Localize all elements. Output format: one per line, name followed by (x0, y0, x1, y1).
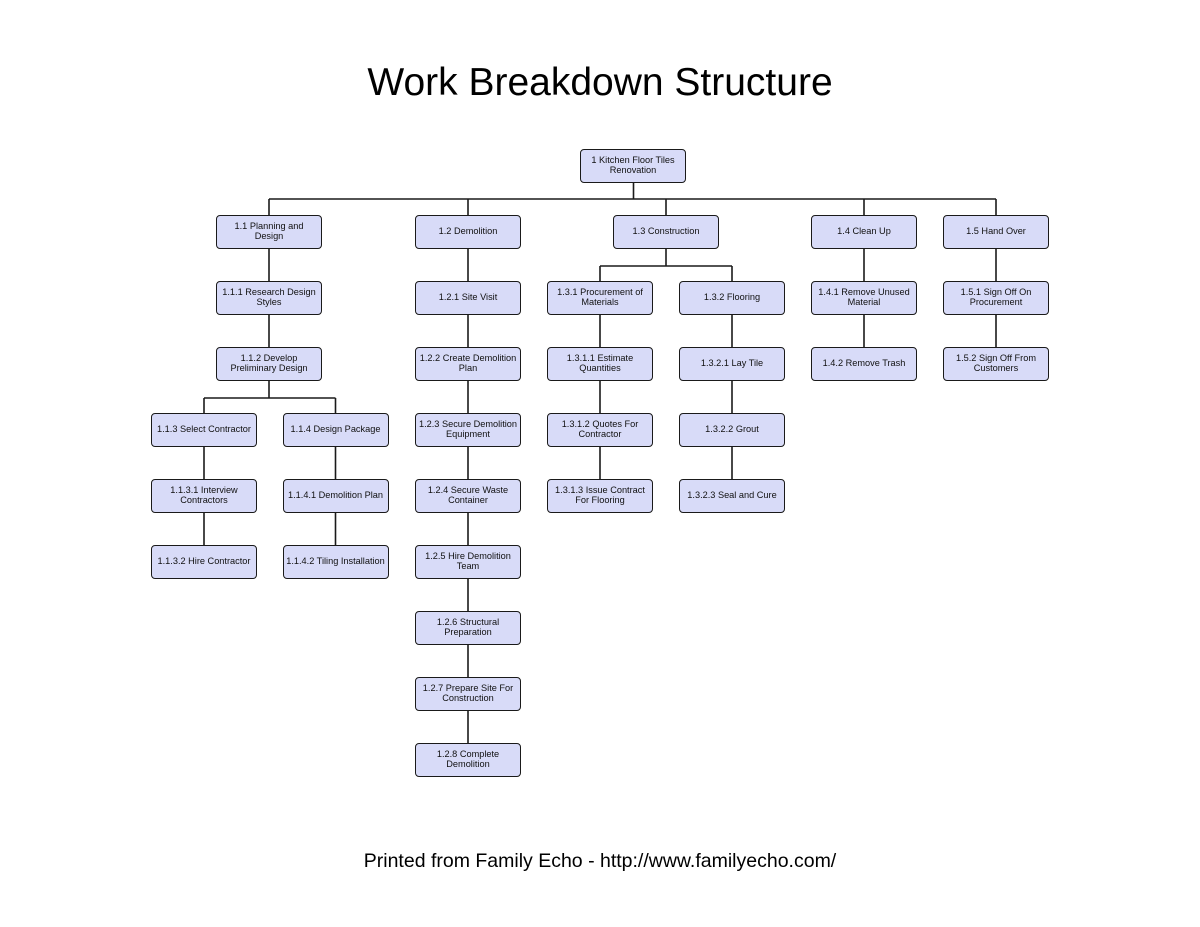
wbs-node[interactable]: 1.3.2.2 Grout (679, 413, 785, 447)
node-label: 1.1 Planning and Design (234, 221, 304, 241)
wbs-node[interactable]: 1.3.1.3 Issue Contract For Flooring (547, 479, 653, 513)
wbs-node-root[interactable]: 1 Kitchen Floor Tiles Renovation (580, 149, 686, 183)
node-label: 1.1.4 Design Package (290, 424, 381, 435)
wbs-node[interactable]: 1.2 Demolition (415, 215, 521, 249)
wbs-node[interactable]: 1.2.3 Secure Demolition Equipment (415, 413, 521, 447)
wbs-node[interactable]: 1.1.3 Select Contractor (151, 413, 257, 447)
node-label: 1.2.7 Prepare Site For Construction (422, 683, 514, 703)
node-label: 1.2.4 Secure Waste Container (427, 485, 509, 505)
node-label: 1.3.1.2 Quotes For Contractor (561, 419, 639, 439)
wbs-node[interactable]: 1.2.1 Site Visit (415, 281, 521, 315)
wbs-node[interactable]: 1.1.2 Develop Preliminary Design (216, 347, 322, 381)
node-label: 1.2.1 Site Visit (438, 292, 498, 303)
wbs-node[interactable]: 1.1.3.1 Interview Contractors (151, 479, 257, 513)
wbs-node[interactable]: 1.5.1 Sign Off On Procurement (943, 281, 1049, 315)
wbs-node[interactable]: 1.3.1.1 Estimate Quantities (547, 347, 653, 381)
wbs-node[interactable]: 1.1.4.1 Demolition Plan (282, 479, 389, 513)
node-label: 1.2 Demolition (438, 226, 498, 237)
wbs-node[interactable]: 1.2.2 Create Demolition Plan (415, 347, 521, 381)
node-label: 1.1.3 Select Contractor (157, 424, 251, 435)
wbs-node[interactable]: 1.4.2 Remove Trash (811, 347, 917, 381)
node-label: 1.1.3.1 Interview Contractors (170, 485, 238, 505)
wbs-node[interactable]: 1.1.4.2 Tiling Installation (282, 545, 389, 579)
wbs-node[interactable]: 1.3.1.2 Quotes For Contractor (547, 413, 653, 447)
wbs-node[interactable]: 1.2.8 Complete Demolition (415, 743, 521, 777)
node-label: 1.3.1 Procurement of Materials (557, 287, 643, 307)
node-label: 1.4.1 Remove Unused Material (818, 287, 910, 307)
wbs-node[interactable]: 1.2.6 Structural Preparation (415, 611, 521, 645)
node-label: 1.1.3.2 Hire Contractor (157, 556, 251, 567)
node-label: 1.3.2 Flooring (703, 292, 761, 303)
wbs-node[interactable]: 1.3 Construction (613, 215, 719, 249)
wbs-node[interactable]: 1.5.2 Sign Off From Customers (943, 347, 1049, 381)
wbs-node[interactable]: 1.2.7 Prepare Site For Construction (415, 677, 521, 711)
node-label: 1.3.2.2 Grout (705, 424, 759, 435)
node-label: 1 Kitchen Floor Tiles Renovation (591, 155, 675, 175)
wbs-node[interactable]: 1.1.4 Design Package (282, 413, 389, 447)
wbs-node[interactable]: 1.2.5 Hire Demolition Team (415, 545, 521, 579)
node-label: 1.3 Construction (632, 226, 700, 237)
wbs-node[interactable]: 1.1.3.2 Hire Contractor (151, 545, 257, 579)
wbs-node[interactable]: 1.4.1 Remove Unused Material (811, 281, 917, 315)
wbs-node[interactable]: 1.3.2 Flooring (679, 281, 785, 315)
node-label: 1.5.2 Sign Off From Customers (955, 353, 1036, 373)
wbs-node[interactable]: 1.4 Clean Up (811, 215, 917, 249)
node-label: 1.1.1 Research Design Styles (222, 287, 316, 307)
node-label: 1.3.1.1 Estimate Quantities (566, 353, 634, 373)
node-label: 1.3.2.3 Seal and Cure (687, 490, 777, 501)
node-label: 1.2.2 Create Demolition Plan (419, 353, 517, 373)
connector-lines (203, 182, 997, 744)
wbs-node[interactable]: 1.3.2.1 Lay Tile (679, 347, 785, 381)
node-label: 1.3.1.3 Issue Contract For Flooring (555, 485, 645, 505)
wbs-node[interactable]: 1.2.4 Secure Waste Container (415, 479, 521, 513)
node-label: 1.5 Hand Over (966, 226, 1026, 237)
node-label: 1.2.3 Secure Demolition Equipment (418, 419, 518, 439)
wbs-node[interactable]: 1.1 Planning and Design (216, 215, 322, 249)
node-label: 1.1.4.2 Tiling Installation (286, 556, 385, 567)
wbs-node[interactable]: 1.5 Hand Over (943, 215, 1049, 249)
node-label: 1.4.2 Remove Trash (822, 358, 906, 369)
node-label: 1.1.2 Develop Preliminary Design (230, 353, 308, 373)
node-label: 1.3.2.1 Lay Tile (700, 358, 764, 369)
wbs-node[interactable]: 1.3.1 Procurement of Materials (547, 281, 653, 315)
node-label: 1.2.8 Complete Demolition (436, 749, 500, 769)
wbs-node[interactable]: 1.3.2.3 Seal and Cure (679, 479, 785, 513)
node-label: 1.2.5 Hire Demolition Team (425, 551, 511, 571)
node-label: 1.2.6 Structural Preparation (436, 617, 500, 637)
node-label: 1.4 Clean Up (837, 226, 891, 237)
node-label: 1.1.4.1 Demolition Plan (288, 490, 383, 501)
node-label: 1.5.1 Sign Off On Procurement (960, 287, 1032, 307)
wbs-node[interactable]: 1.1.1 Research Design Styles (216, 281, 322, 315)
